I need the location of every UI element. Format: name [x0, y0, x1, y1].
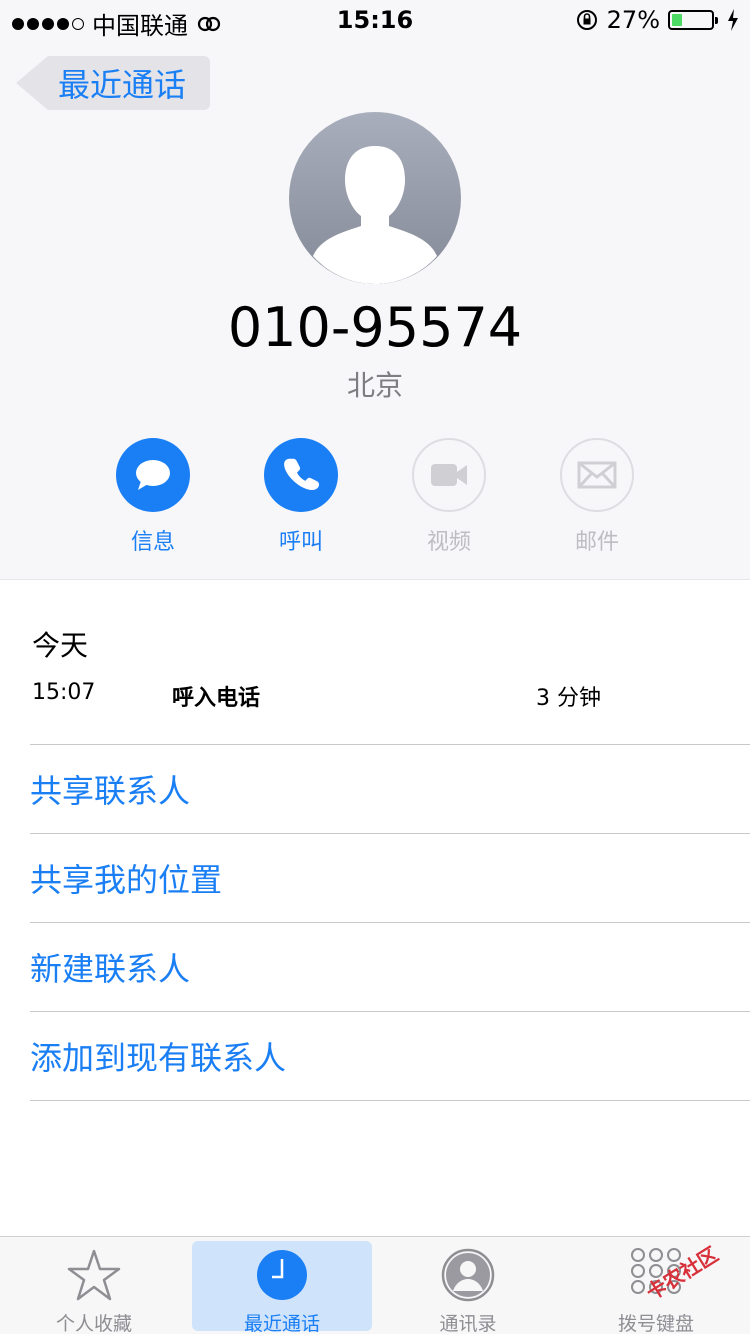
call-button[interactable]: 呼叫 [246, 438, 356, 556]
message-label: 信息 [130, 530, 175, 555]
video-icon [412, 438, 486, 512]
mail-button[interactable]: 邮件 [542, 438, 652, 556]
status-right: 27% [575, 6, 740, 34]
clock-icon [257, 1250, 307, 1300]
add-to-existing-contact-option[interactable]: 添加到现有联系人 [30, 1033, 286, 1079]
tab-label: 拨号键盘 [617, 1313, 694, 1334]
tab-bar: 个人收藏 最近通话 通讯录 拨号键盘 [0, 1236, 750, 1334]
call-label: 呼叫 [278, 530, 323, 555]
divider [30, 833, 750, 834]
tab-label: 最近通话 [243, 1313, 320, 1334]
back-label: 最近通话 [58, 66, 187, 104]
contacts-icon [441, 1248, 495, 1302]
video-label: 视频 [426, 530, 471, 555]
charging-bolt-icon [728, 9, 738, 31]
person-silhouette-icon [289, 112, 461, 284]
tab-label: 通讯录 [439, 1313, 497, 1334]
contact-avatar [289, 112, 461, 284]
divider [30, 744, 750, 745]
call-type: 呼入电话 [172, 686, 261, 711]
message-icon [116, 438, 190, 512]
back-button[interactable]: 最近通话 [14, 54, 210, 112]
orientation-lock-icon [576, 10, 597, 30]
call-duration: 3 分钟 [536, 686, 601, 711]
call-time: 15:07 [32, 680, 96, 705]
status-bar: 中国联通 15:16 27% [0, 0, 750, 40]
divider [30, 922, 750, 923]
share-location-option[interactable]: 共享我的位置 [30, 855, 222, 901]
phone-location: 北京 [346, 369, 403, 402]
star-icon [67, 1249, 121, 1301]
new-contact-option[interactable]: 新建联系人 [30, 944, 190, 990]
tab-favorites[interactable]: 个人收藏 [4, 1237, 184, 1334]
divider [30, 1100, 750, 1101]
divider [30, 1011, 750, 1012]
battery-percent: 27% [606, 6, 660, 34]
mail-label: 邮件 [574, 530, 619, 555]
share-contact-option[interactable]: 共享联系人 [30, 766, 190, 812]
tab-contacts[interactable]: 通讯录 [378, 1237, 558, 1334]
battery-level [672, 14, 683, 26]
video-button[interactable]: 视频 [394, 438, 504, 556]
mail-icon [560, 438, 634, 512]
phone-icon [264, 438, 338, 512]
tab-recents[interactable]: 最近通话 [192, 1241, 372, 1334]
battery-icon [668, 10, 718, 30]
recents-day-heading: 今天 [32, 629, 89, 662]
tab-label: 个人收藏 [55, 1313, 132, 1334]
phone-number: 010-95574 [227, 296, 523, 359]
message-button[interactable]: 信息 [98, 438, 208, 556]
